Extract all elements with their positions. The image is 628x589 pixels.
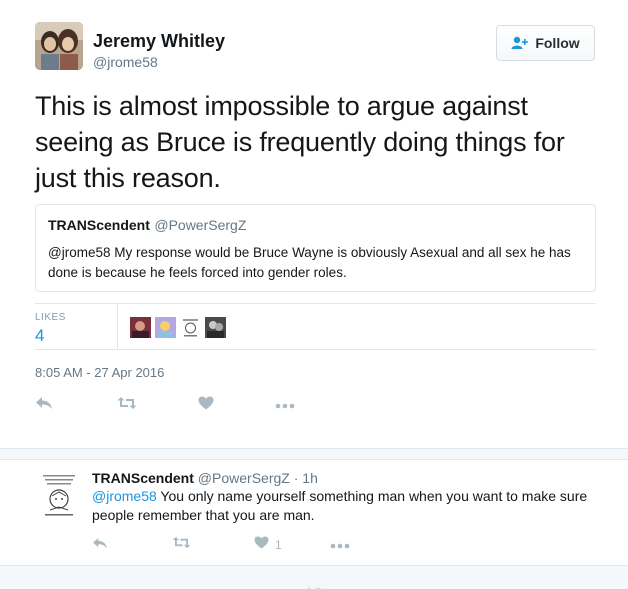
author-avatar[interactable]	[35, 22, 83, 70]
reply-dot-separator: ·	[293, 470, 299, 486]
reply-body: You only name yourself something man whe…	[92, 488, 588, 523]
reply-author-avatar[interactable]	[35, 472, 83, 520]
tweet-text: This is almost impossible to argue again…	[35, 91, 565, 193]
reply-header: TRANScendent @PowerSergZ · 1h	[92, 470, 318, 486]
reply-like-button[interactable]: 1	[254, 535, 282, 555]
reply-like-count: 1	[275, 538, 282, 552]
heart-icon	[254, 536, 269, 554]
tweet-separator	[0, 448, 628, 460]
retweet-button[interactable]	[117, 395, 137, 415]
more-dots-icon	[330, 536, 350, 554]
retweet-icon	[172, 536, 191, 554]
liker-avatar[interactable]	[180, 317, 201, 338]
quoted-tweet[interactable]: TRANScendent @PowerSergZ @jrome58 My res…	[35, 204, 596, 292]
more-dots-icon	[275, 396, 295, 414]
author-name[interactable]: Jeremy Whitley	[93, 31, 225, 52]
reply-button[interactable]	[35, 395, 53, 415]
reply-text: @jrome58 You only name yourself somethin…	[92, 487, 612, 525]
author-handle[interactable]: @jrome58	[93, 54, 158, 70]
reply-author-handle[interactable]: @PowerSergZ	[198, 470, 290, 486]
follow-label: Follow	[535, 35, 580, 51]
liker-avatar[interactable]	[155, 317, 176, 338]
likes-count[interactable]: 4	[35, 326, 44, 346]
liker-avatar[interactable]	[130, 317, 151, 338]
likes-label: LIKES	[35, 312, 66, 323]
quoted-author-name: TRANScendent	[48, 217, 150, 233]
follow-user-icon	[511, 36, 529, 50]
tweet-actions	[35, 395, 315, 415]
quoted-author-handle: @PowerSergZ	[154, 217, 247, 233]
reply-tweet[interactable]: TRANScendent @PowerSergZ · 1h @jrome58 Y…	[0, 460, 628, 565]
stats-divider	[117, 304, 118, 350]
tweet-timestamp[interactable]: 8:05 AM - 27 Apr 2016	[35, 365, 164, 380]
reply-more-button[interactable]	[330, 535, 350, 555]
footer-bar	[0, 565, 628, 589]
reply-reply-button[interactable]	[92, 535, 108, 555]
tweet-stats: LIKES 4	[35, 303, 596, 350]
liker-avatars	[130, 317, 226, 338]
reply-mention-link[interactable]: @jrome58	[92, 488, 157, 504]
like-button[interactable]	[198, 395, 214, 415]
reply-actions: 1	[92, 535, 372, 555]
reply-retweet-button[interactable]	[172, 535, 191, 555]
heart-icon	[198, 396, 214, 415]
reply-icon	[35, 396, 53, 415]
more-button[interactable]	[275, 395, 295, 415]
twitter-bird-icon	[305, 582, 325, 589]
main-tweet: Jeremy Whitley @jrome58 Follow This is a…	[0, 0, 628, 448]
quoted-tweet-text: @jrome58 My response would be Bruce Wayn…	[48, 245, 571, 280]
liker-avatar[interactable]	[205, 317, 226, 338]
retweet-icon	[117, 396, 137, 415]
follow-button[interactable]: Follow	[496, 25, 595, 61]
reply-time[interactable]: 1h	[302, 470, 318, 486]
reply-author-name[interactable]: TRANScendent	[92, 470, 194, 486]
reply-icon	[92, 536, 108, 554]
